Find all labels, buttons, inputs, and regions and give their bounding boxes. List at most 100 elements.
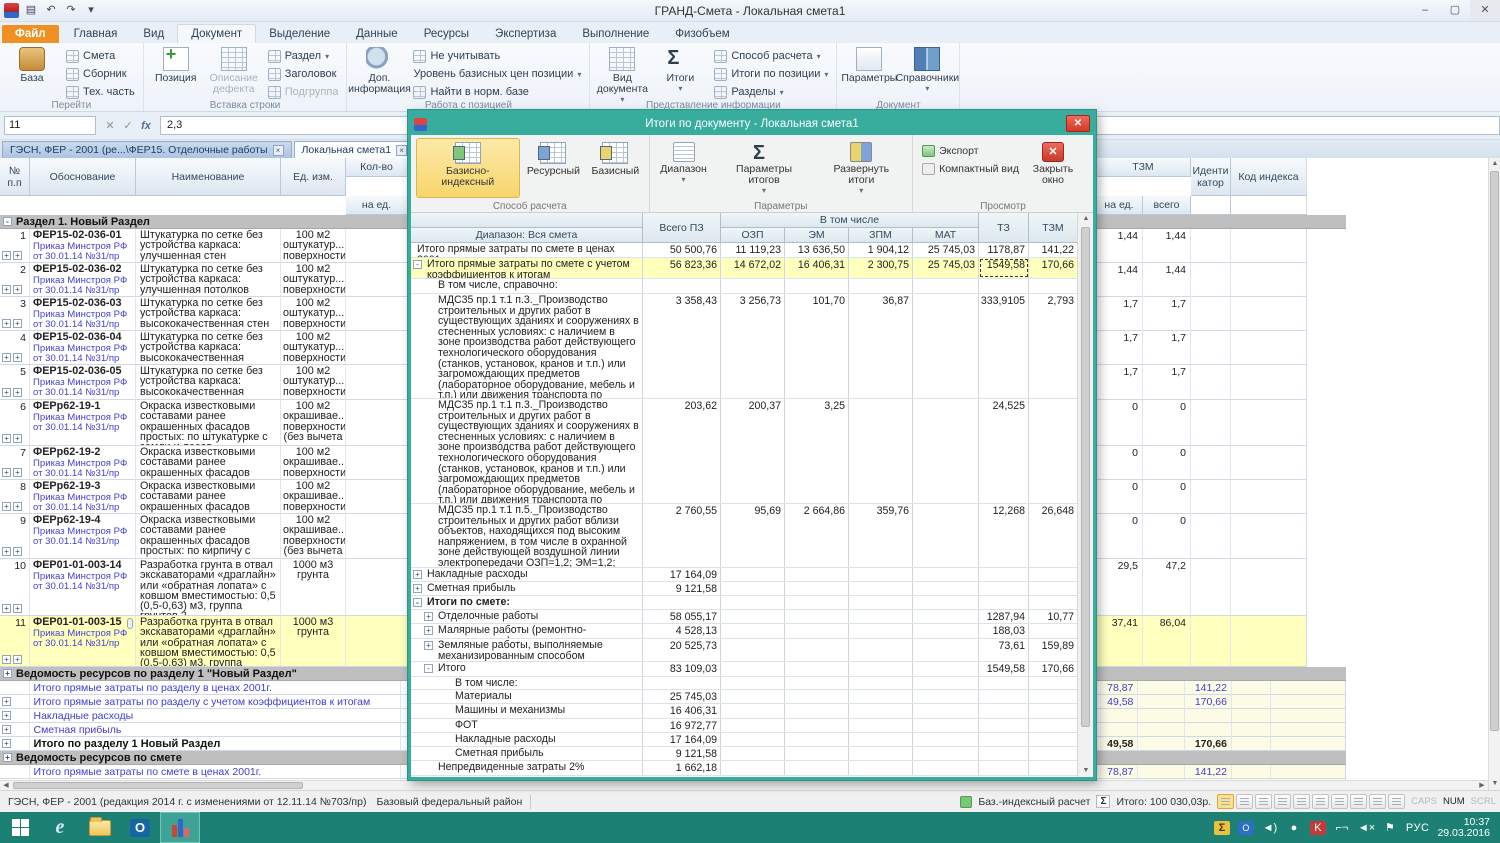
- sigma-tray-icon[interactable]: Σ: [1214, 821, 1230, 835]
- doc-tab[interactable]: Локальная смета1×: [294, 141, 416, 158]
- expander-icon[interactable]: +: [2, 711, 11, 720]
- minimize-button[interactable]: –: [1410, 0, 1440, 21]
- expander-icon[interactable]: +: [2, 468, 11, 477]
- enter-icon[interactable]: ✓: [120, 119, 136, 132]
- dialog-row[interactable]: +Накладные расходы17 164,09: [411, 568, 1077, 582]
- смета-button[interactable]: Смета: [62, 47, 139, 65]
- office-tray-icon[interactable]: O: [1238, 821, 1254, 835]
- language-indicator[interactable]: РУС: [1406, 822, 1430, 834]
- dialog-row[interactable]: МДС35 пр.1 т.1 п.5._Производство строите…: [411, 504, 1077, 568]
- view-icon-5[interactable]: [1293, 794, 1310, 809]
- вид-документа-button[interactable]: Вид документа ▾: [594, 45, 650, 101]
- start-icon[interactable]: [0, 812, 40, 843]
- способ-расчета-button[interactable]: Способ расчета▾: [710, 47, 832, 65]
- итоги-button[interactable]: Итоги ▾: [652, 45, 708, 101]
- ie-icon[interactable]: e: [40, 812, 80, 843]
- cancel-icon[interactable]: ✕: [102, 119, 118, 132]
- разделы-button[interactable]: Разделы▾: [710, 83, 832, 101]
- grand-smeta-icon[interactable]: [160, 812, 200, 843]
- expander-icon[interactable]: +: [13, 502, 22, 511]
- expander-icon[interactable]: +: [2, 697, 11, 706]
- раздел-button[interactable]: Раздел▾: [264, 47, 343, 65]
- outlook-icon[interactable]: O: [120, 812, 160, 843]
- expander-icon[interactable]: +: [13, 388, 22, 397]
- expander-icon[interactable]: +: [13, 604, 22, 613]
- view-icon-2[interactable]: [1236, 794, 1253, 809]
- app-red-tray-icon[interactable]: K: [1310, 821, 1326, 835]
- expander-icon[interactable]: +: [2, 319, 11, 328]
- vertical-scrollbar[interactable]: ▲ ▼: [1488, 158, 1500, 790]
- close-button[interactable]: ✕: [1470, 0, 1500, 21]
- уровень-базисных-цен-позиции-button[interactable]: Уровень базисных цен позиции▾: [409, 65, 585, 83]
- vertical-scroll-thumb[interactable]: [1490, 171, 1499, 731]
- dialog-scroll-down-icon[interactable]: ▼: [1078, 765, 1094, 777]
- dialog-row[interactable]: -Итого83 109,031549,58170,66: [411, 662, 1077, 677]
- tab-ресурсы[interactable]: Ресурсы: [411, 25, 482, 43]
- tab-выделение[interactable]: Выделение: [256, 25, 343, 43]
- cell-reference-box[interactable]: 11: [4, 116, 96, 135]
- тех-часть-button[interactable]: Тех. часть: [62, 83, 139, 101]
- параметры-button[interactable]: Параметры: [841, 45, 897, 101]
- expander-icon[interactable]: -: [3, 217, 12, 226]
- doc-tab[interactable]: ГЭСН, ФЕР - 2001 (ре...\ФЕР15. Отделочны…: [2, 141, 292, 158]
- view-icon-10[interactable]: [1388, 794, 1405, 809]
- справочники-button[interactable]: Справочники ▾: [899, 45, 955, 101]
- expander-icon[interactable]: +: [13, 547, 22, 556]
- expander-icon[interactable]: -: [424, 664, 433, 673]
- expander-icon[interactable]: +: [13, 285, 22, 294]
- dialog-row[interactable]: ФОТ16 972,77: [411, 719, 1077, 733]
- найти-в-норм-базе-button[interactable]: Найти в норм. базе: [409, 83, 585, 101]
- expander-icon[interactable]: +: [2, 655, 11, 664]
- база-button[interactable]: База: [4, 45, 60, 101]
- expander-icon[interactable]: -: [413, 260, 422, 269]
- dialog-row[interactable]: -Итого прямые затраты по смете с учетом …: [411, 258, 1077, 279]
- horizontal-scroll-thumb[interactable]: [13, 782, 303, 789]
- expander-icon[interactable]: +: [424, 641, 433, 650]
- expander-icon[interactable]: +: [2, 388, 11, 397]
- сборник-button[interactable]: Сборник: [62, 65, 139, 83]
- не-учитывать-button[interactable]: Не учитывать: [409, 47, 585, 65]
- dialog-row[interactable]: -Итоги по смете:: [411, 596, 1077, 610]
- dialog-scroll-up-icon[interactable]: ▲: [1078, 213, 1094, 225]
- tab-экспертиза[interactable]: Экспертиза: [482, 25, 569, 43]
- expander-icon[interactable]: +: [13, 655, 22, 664]
- view-icon-9[interactable]: [1369, 794, 1386, 809]
- dialog-row[interactable]: +Отделочные работы58 055,171287,9410,77: [411, 610, 1077, 624]
- экспорт-button[interactable]: Экспорт: [918, 142, 1023, 160]
- tab-file[interactable]: Файл: [2, 25, 59, 43]
- позиция-button[interactable]: Позиция: [148, 45, 204, 101]
- dialog-row[interactable]: +Земляные работы, выполняемые механизиро…: [411, 639, 1077, 662]
- expander-icon[interactable]: +: [424, 612, 433, 621]
- expander-icon[interactable]: -: [413, 598, 422, 607]
- dialog-row[interactable]: +Малярные работы (ремонтно-строительные)…: [411, 624, 1077, 639]
- redo-icon[interactable]: ↷: [63, 3, 79, 19]
- expander-icon[interactable]: +: [2, 353, 11, 362]
- tab-выполнение[interactable]: Выполнение: [569, 25, 662, 43]
- expander-icon[interactable]: +: [13, 353, 22, 362]
- view-icon-3[interactable]: [1255, 794, 1272, 809]
- view-icon-1[interactable]: [1217, 794, 1234, 809]
- tab-вид[interactable]: Вид: [130, 25, 177, 43]
- dialog-row[interactable]: +Сметная прибыль9 121,58: [411, 582, 1077, 596]
- заголовок-button[interactable]: Заголовок: [264, 65, 343, 83]
- expander-icon[interactable]: +: [413, 584, 422, 593]
- view-icon-7[interactable]: [1331, 794, 1348, 809]
- customize-qat-icon[interactable]: ▾: [83, 3, 99, 19]
- tab-данные[interactable]: Данные: [343, 25, 411, 43]
- expander-icon[interactable]: +: [424, 626, 433, 635]
- horizontal-scrollbar[interactable]: ◀ ▶: [0, 780, 1488, 790]
- scroll-up-icon[interactable]: ▲: [1489, 158, 1500, 170]
- expander-icon[interactable]: +: [2, 604, 11, 613]
- network-icon[interactable]: ⌐¬: [1334, 821, 1350, 835]
- flag-icon[interactable]: ⚑: [1382, 821, 1398, 835]
- expander-icon[interactable]: +: [2, 434, 11, 443]
- ресурсный-button[interactable]: Ресурсный: [523, 138, 585, 198]
- expander-icon[interactable]: +: [13, 468, 22, 477]
- tab-документ[interactable]: Документ: [177, 24, 256, 43]
- maximize-button[interactable]: ▢: [1440, 0, 1470, 21]
- dialog-row[interactable]: Материалы25 745,03: [411, 690, 1077, 704]
- expander-icon[interactable]: +: [2, 547, 11, 556]
- expander-icon[interactable]: +: [413, 570, 422, 579]
- explorer-icon[interactable]: [80, 812, 120, 843]
- fx-icon[interactable]: fx: [138, 120, 154, 132]
